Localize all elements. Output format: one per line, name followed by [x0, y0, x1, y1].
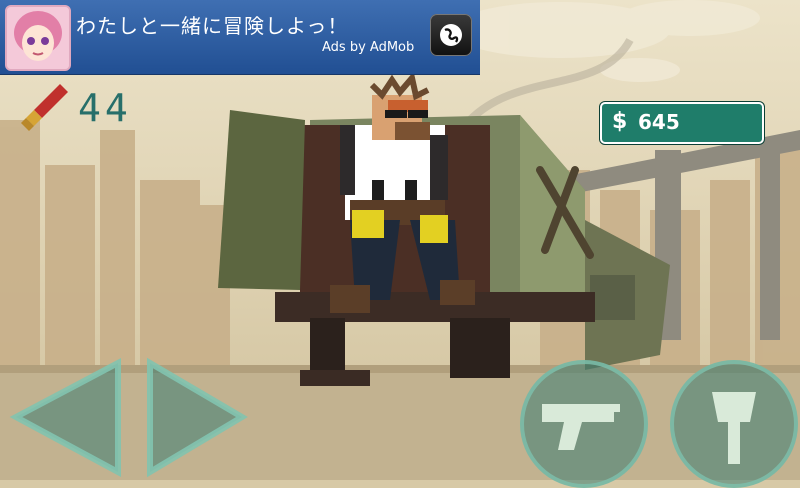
move-right-button[interactable] — [140, 355, 250, 480]
ad-provider-text: Ads by AdMob — [322, 40, 415, 55]
triangle-right-icon — [147, 357, 248, 478]
melee-button[interactable] — [670, 360, 798, 488]
triangle-left-icon — [9, 358, 121, 478]
money-value: 645 — [638, 110, 680, 134]
axe-icon — [712, 392, 756, 464]
move-left-button[interactable] — [8, 355, 128, 480]
ad-title: わたしと一緒に冒険しよっ！ — [76, 14, 349, 38]
ad-banner[interactable]: わたしと一緒に冒険しよっ！ Ads by AdMob — [0, 0, 480, 75]
ammo-count: 44 — [78, 86, 132, 130]
pistol-icon — [542, 404, 620, 450]
shotgun-shell-icon — [18, 82, 70, 134]
money-display: $ 645 — [600, 102, 764, 144]
currency-symbol: $ — [612, 109, 628, 134]
globe-icon[interactable] — [430, 14, 472, 56]
fire-button[interactable] — [520, 360, 648, 488]
anime-girl-avatar-icon — [5, 5, 71, 71]
